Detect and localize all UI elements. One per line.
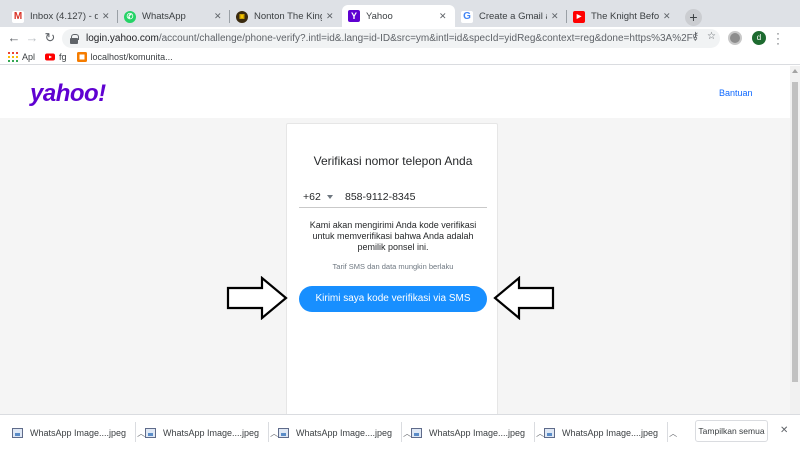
right-arrow-icon [226, 276, 288, 320]
chevron-up-icon[interactable]: ︿ [137, 428, 145, 439]
address-bar[interactable]: login.yahoo.com/account/challenge/phone-… [62, 29, 720, 48]
tab-strip: M Inbox (4.127) - digokcmi ✕ ✆ WhatsApp … [0, 0, 800, 27]
youtube-icon [45, 53, 56, 61]
site-icon: ▣ [236, 10, 248, 23]
url-text[interactable]: login.yahoo.com/account/challenge/phone-… [86, 33, 696, 44]
localhost-icon [76, 52, 87, 62]
download-item[interactable]: WhatsApp Image....jpeg ︿ [411, 424, 544, 442]
lock-icon [70, 33, 79, 44]
yahoo-logo[interactable]: yahoo! [30, 80, 106, 108]
scroll-thumb[interactable] [792, 82, 798, 382]
download-filename: WhatsApp Image....jpeg [429, 428, 526, 438]
google-icon: G [461, 10, 473, 23]
youtube-icon: ▶ [573, 10, 585, 23]
download-filename: WhatsApp Image....jpeg [30, 428, 127, 438]
page-content: yahoo! Bantuan Verifikasi nomor telepon … [0, 66, 790, 414]
close-icon[interactable]: ✕ [326, 11, 336, 22]
tab-gmail[interactable]: M Inbox (4.127) - digokcmi ✕ [6, 6, 118, 27]
close-icon[interactable]: ✕ [780, 425, 788, 436]
tab-create-gmail[interactable]: G Create a Gmail account ✕ [455, 6, 567, 27]
download-filename: WhatsApp Image....jpeg [163, 428, 260, 438]
download-item[interactable]: WhatsApp Image....jpeg ︿ [145, 424, 278, 442]
close-icon[interactable]: ✕ [551, 11, 561, 22]
bookmark-label: localhost/komunita... [90, 52, 173, 62]
show-all-downloads-button[interactable]: Tampilkan semua [695, 420, 768, 442]
page-scrollbar[interactable] [790, 66, 800, 414]
tab-title: Yahoo [366, 10, 393, 22]
info-text: Kami akan mengirimi Anda kode verifikasi… [309, 220, 477, 252]
bookmark-label: fg [59, 52, 67, 62]
card-title: Verifikasi nomor telepon Anda [313, 154, 473, 168]
country-code-select[interactable]: +62 [299, 191, 325, 203]
bookmarks-bar: Apl fg localhost/komunita... [0, 50, 800, 65]
download-item[interactable]: WhatsApp Image....jpeg ︿ [544, 424, 677, 442]
bookmark-fg[interactable]: fg [45, 52, 67, 62]
download-item[interactable]: WhatsApp Image....jpeg ︿ [12, 424, 145, 442]
downloads-shelf: WhatsApp Image....jpeg ︿ WhatsApp Image.… [0, 414, 800, 450]
close-icon[interactable]: ✕ [214, 11, 224, 22]
chevron-up-icon[interactable]: ︿ [536, 428, 544, 439]
tab-knight[interactable]: ▶ The Knight Before Chris ✕ [567, 6, 679, 27]
back-button[interactable]: ← [6, 30, 22, 46]
close-icon[interactable]: ✕ [439, 11, 449, 22]
yahoo-icon: Y [348, 10, 360, 22]
new-tab-button[interactable]: + [685, 9, 702, 26]
send-sms-button[interactable]: Kirimi saya kode verifikasi via SMS [299, 286, 487, 312]
tab-title: Create a Gmail account [479, 11, 547, 22]
bookmark-apps[interactable]: Apl [8, 52, 35, 62]
download-item[interactable]: WhatsApp Image....jpeg ︿ [278, 424, 411, 442]
help-link[interactable]: Bantuan [719, 88, 753, 98]
image-file-icon [12, 428, 23, 438]
tab-yahoo[interactable]: Y Yahoo ✕ [342, 5, 455, 27]
chevron-up-icon[interactable]: ︿ [669, 428, 677, 439]
phone-input-row: +62 858-9112-8345 [299, 186, 487, 208]
rates-text: Tarif SMS dan data mungkin berlaku [332, 262, 454, 271]
tab-title: WhatsApp [142, 11, 186, 22]
verify-card: Verifikasi nomor telepon Anda +62 858-91… [286, 123, 498, 414]
left-arrow-icon [493, 276, 555, 320]
bookmark-localhost[interactable]: localhost/komunita... [76, 52, 173, 62]
scroll-up-icon[interactable] [792, 69, 798, 73]
chevron-up-icon[interactable]: ︿ [403, 428, 411, 439]
whatsapp-icon: ✆ [124, 10, 136, 23]
extension-icon[interactable] [728, 31, 742, 45]
image-file-icon [411, 428, 422, 438]
tab-title: The Knight Before Chris [591, 11, 659, 22]
menu-icon[interactable]: · · · [776, 27, 780, 49]
close-icon[interactable]: ✕ [663, 11, 673, 22]
image-file-icon [544, 428, 555, 438]
download-filename: WhatsApp Image....jpeg [296, 428, 393, 438]
browser-toolbar: ← → ↻ login.yahoo.com/account/challenge/… [0, 27, 800, 50]
bookmark-label: Apl [22, 52, 36, 62]
close-icon[interactable]: ✕ [102, 11, 112, 22]
reload-button[interactable]: ↻ [42, 30, 58, 46]
download-filename: WhatsApp Image....jpeg [562, 428, 659, 438]
forward-button[interactable]: → [24, 30, 40, 46]
yahoo-header: yahoo! Bantuan [0, 66, 790, 118]
bookmark-star-icon[interactable]: ☆ [707, 31, 716, 42]
avatar[interactable]: d [752, 31, 766, 45]
phone-number-input[interactable]: 858-9112-8345 [345, 191, 487, 203]
chevron-up-icon[interactable]: ︿ [270, 428, 278, 439]
apps-grid-icon [8, 52, 18, 62]
gmail-icon: M [12, 10, 24, 23]
key-icon[interactable]: ⚷ [692, 31, 699, 42]
tab-title: Nonton The King's Avat [254, 11, 322, 22]
tab-title: Inbox (4.127) - digokcmi [30, 11, 98, 22]
tab-whatsapp[interactable]: ✆ WhatsApp ✕ [118, 6, 230, 27]
chevron-down-icon[interactable] [327, 194, 333, 199]
image-file-icon [145, 428, 156, 438]
image-file-icon [278, 428, 289, 438]
tab-nonton[interactable]: ▣ Nonton The King's Avat ✕ [230, 6, 342, 27]
